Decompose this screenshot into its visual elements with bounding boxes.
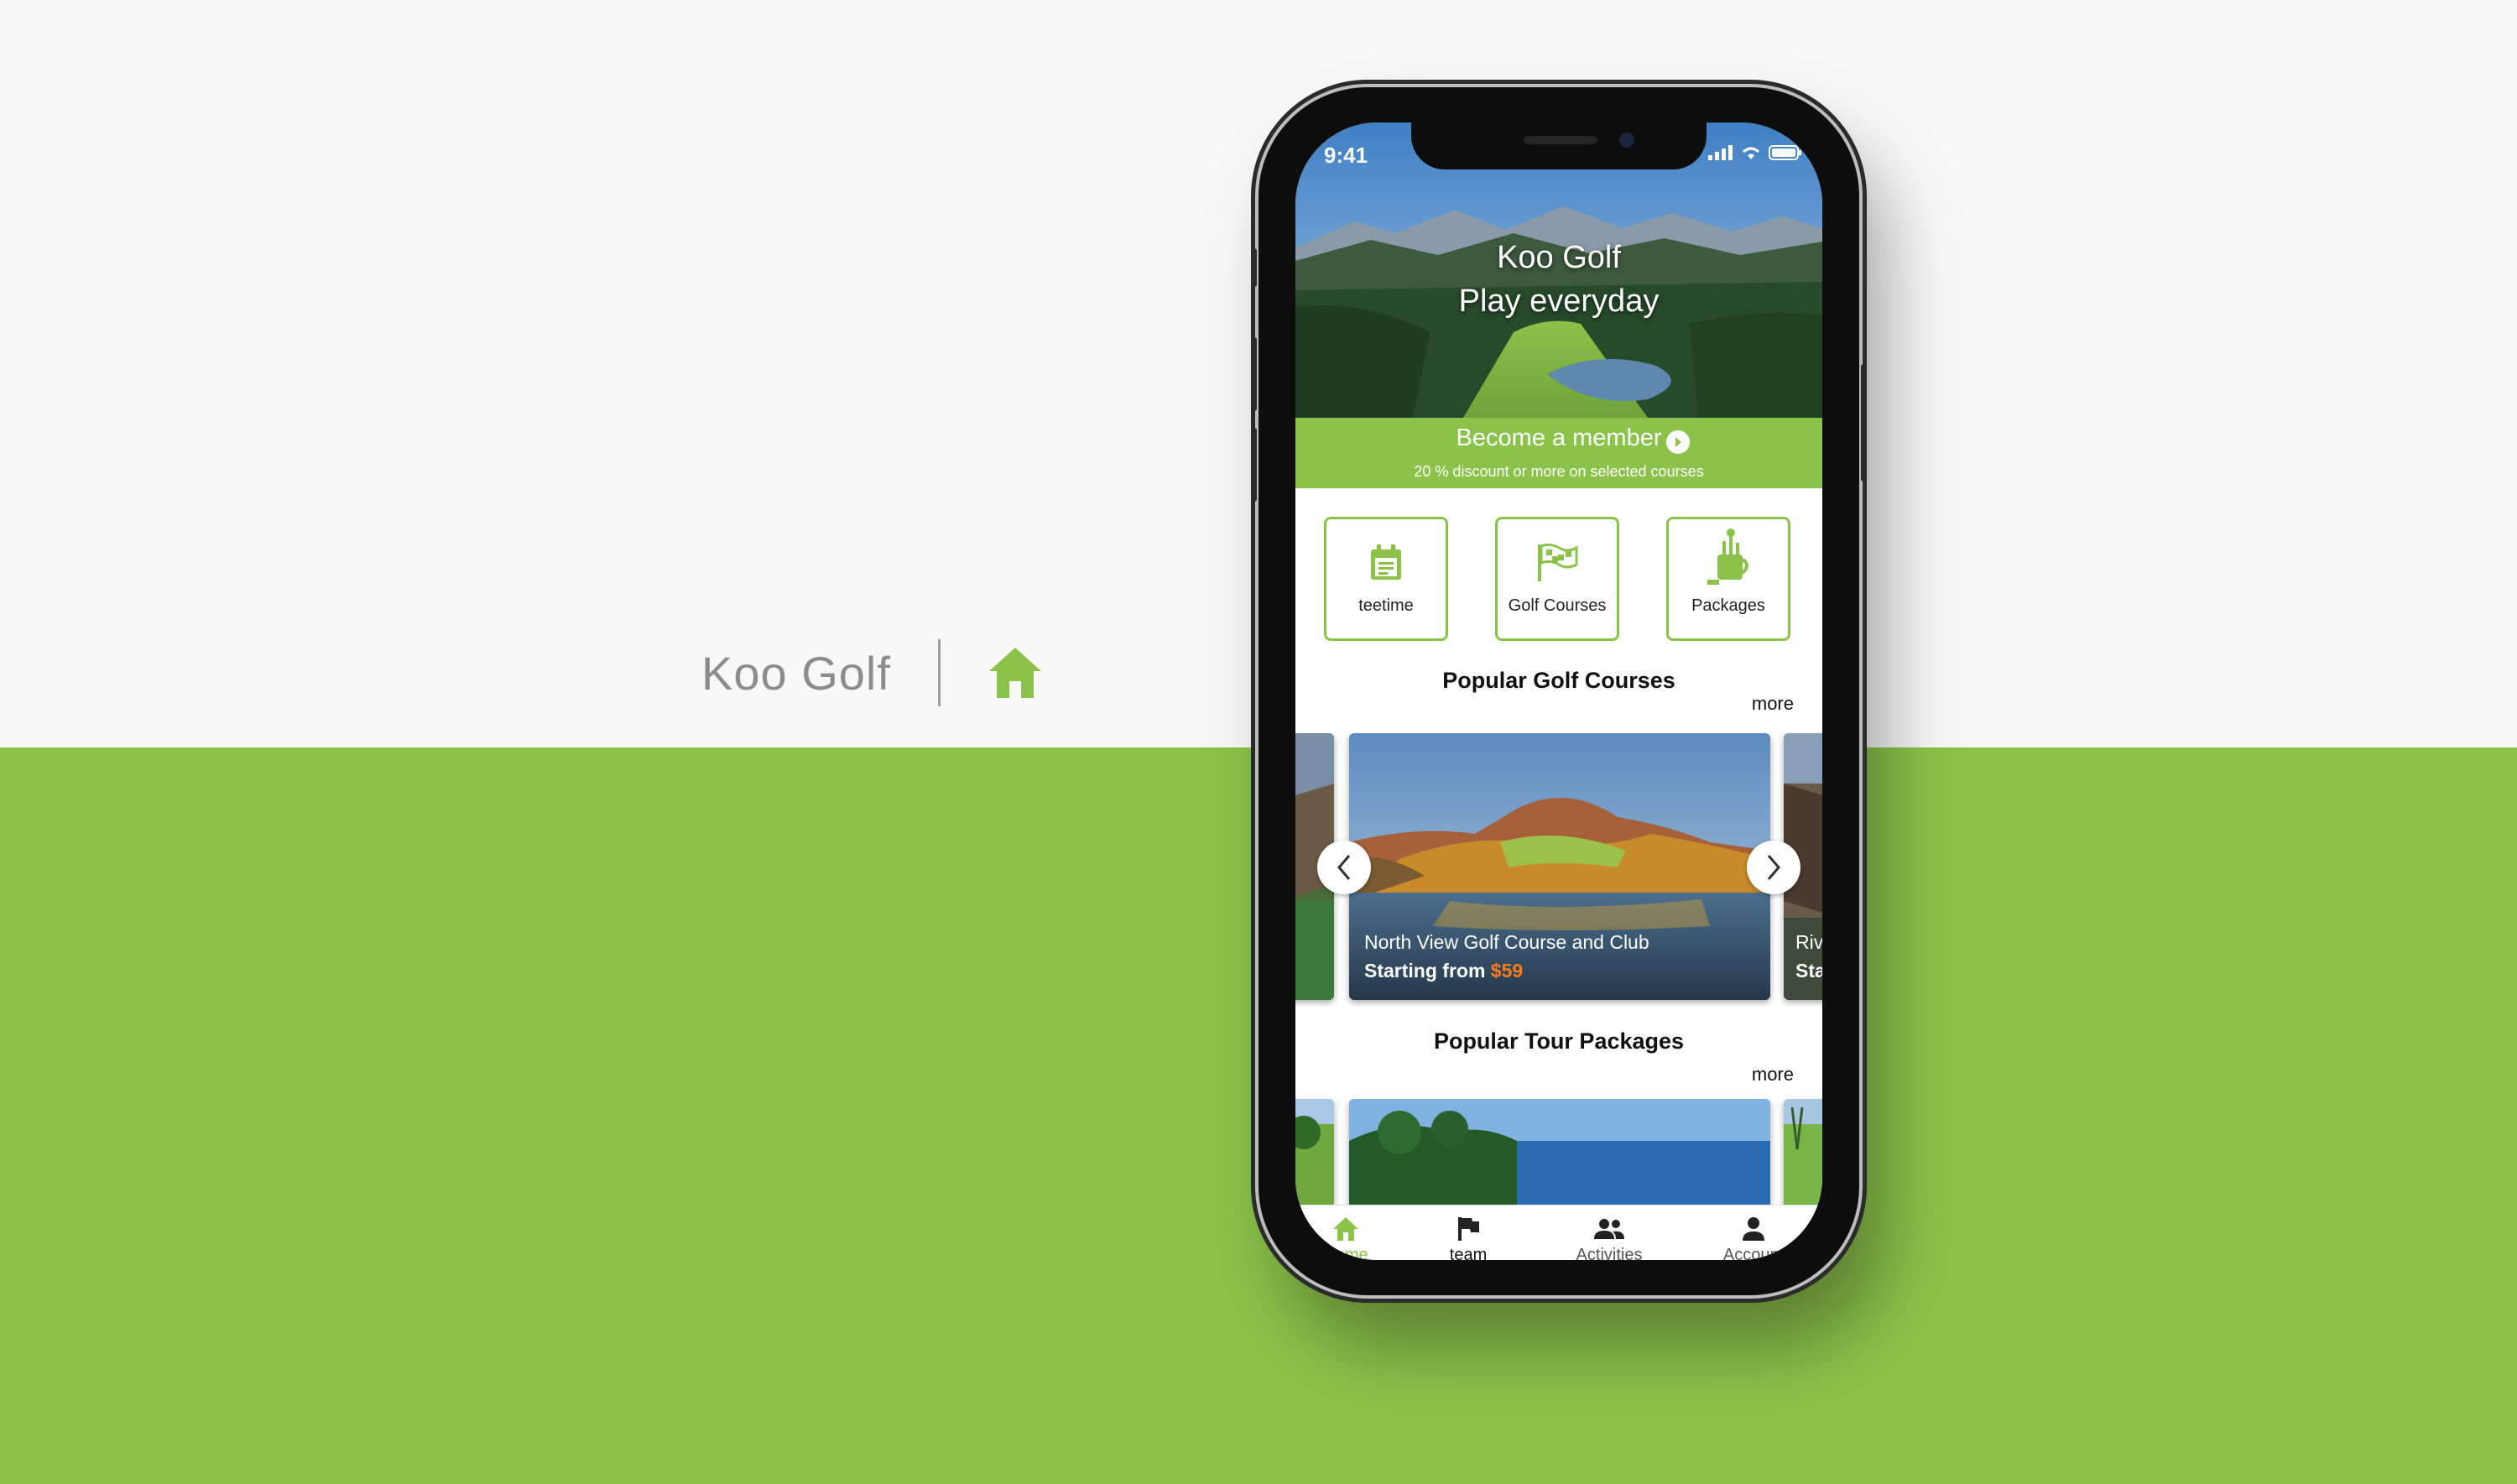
course-name: Riv [1795, 931, 1822, 953]
tab-home[interactable]: Home [1295, 1212, 1396, 1260]
tile-label: Packages [1691, 596, 1765, 615]
courses-carousel[interactable]: North View Golf Course and Club Starting… [1295, 733, 1822, 1007]
course-price: Starting from $59 [1364, 960, 1523, 982]
tab-label: Activities [1576, 1246, 1643, 1260]
brand-name: Koo Golf [701, 646, 891, 700]
course-card-featured[interactable]: North View Golf Course and Club Starting… [1349, 733, 1770, 1000]
calendar-icon [1371, 544, 1401, 580]
package-card-featured[interactable] [1349, 1099, 1770, 1205]
tile-label: Golf Courses [1508, 596, 1607, 615]
phone-silent-switch [1252, 248, 1257, 287]
tile-label: teetime [1358, 596, 1414, 615]
popular-courses-title: Popular Golf Courses [1442, 668, 1675, 693]
flag-icon [1458, 1217, 1479, 1241]
tab-account[interactable]: Account [1703, 1212, 1804, 1260]
app-screen: Koo Golf Play everyday 9:41 Become a mem… [1295, 122, 1822, 1260]
chevron-right-icon [1767, 855, 1780, 880]
packages-carousel[interactable] [1295, 1099, 1822, 1205]
popular-packages-title: Popular Tour Packages [1433, 1028, 1685, 1054]
person-icon [1743, 1217, 1764, 1241]
price-value: $59 [1490, 960, 1524, 982]
phone-notch [1411, 122, 1707, 169]
tab-label: Home [1323, 1246, 1368, 1260]
chevron-right-circle-icon [1666, 430, 1690, 454]
hero-tagline: Play everyday [1458, 284, 1660, 319]
flag-icon [1538, 543, 1578, 581]
tab-label: team [1449, 1246, 1488, 1260]
package-image [1784, 1099, 1822, 1205]
phone-volume-down [1252, 428, 1257, 502]
home-icon [988, 648, 1041, 698]
home-icon [1333, 1217, 1358, 1241]
tile-packages[interactable]: Packages [1666, 517, 1790, 641]
bottom-tab-bar: Home team Activities Account [1295, 1205, 1822, 1260]
package-image [1295, 1099, 1334, 1205]
brand-divider [937, 639, 941, 706]
member-title: Become a member [1456, 424, 1662, 451]
course-name: North View Golf Course and Club [1364, 931, 1649, 953]
tile-teetime[interactable]: teetime [1324, 517, 1448, 641]
price-label: Sta [1795, 960, 1822, 982]
package-card-prev[interactable] [1295, 1099, 1334, 1205]
wifi-icon [1743, 147, 1759, 159]
brand-lockup: Koo Golf [701, 638, 1043, 708]
front-camera [1619, 133, 1634, 148]
popular-packages-more-link[interactable]: more [1752, 1064, 1794, 1086]
battery-icon [1769, 145, 1801, 160]
phone-power-button [1861, 364, 1866, 482]
signal-icon [1708, 145, 1733, 160]
carousel-prev-button[interactable] [1317, 841, 1371, 894]
hero-title: Koo Golf [1497, 240, 1621, 275]
tab-activities[interactable]: Activities [1559, 1212, 1660, 1260]
speaker [1524, 136, 1597, 144]
chevron-left-icon [1337, 855, 1351, 880]
price-label: Starting from [1364, 960, 1486, 982]
tab-team[interactable]: team [1418, 1212, 1519, 1260]
package-card-next[interactable] [1784, 1099, 1822, 1205]
golf-bag-icon [1707, 529, 1748, 585]
popular-courses-more-link[interactable]: more [1752, 693, 1794, 715]
tab-label: Account [1722, 1246, 1785, 1260]
quick-actions: teetime Golf Courses Packages [1324, 517, 1794, 644]
become-member-banner[interactable]: Become a member 20 % discount or more on… [1295, 418, 1822, 488]
status-icons [1708, 144, 1802, 161]
phone-mockup: Koo Golf Play everyday 9:41 Become a mem… [1252, 87, 1866, 1295]
package-image [1349, 1099, 1770, 1205]
member-subtitle: 20 % discount or more on selected course… [1414, 463, 1704, 480]
carousel-next-button[interactable] [1747, 841, 1800, 894]
tile-golf-courses[interactable]: Golf Courses [1495, 517, 1619, 641]
phone-volume-up [1252, 337, 1257, 411]
people-icon [1594, 1219, 1624, 1239]
status-time: 9:41 [1324, 143, 1368, 168]
